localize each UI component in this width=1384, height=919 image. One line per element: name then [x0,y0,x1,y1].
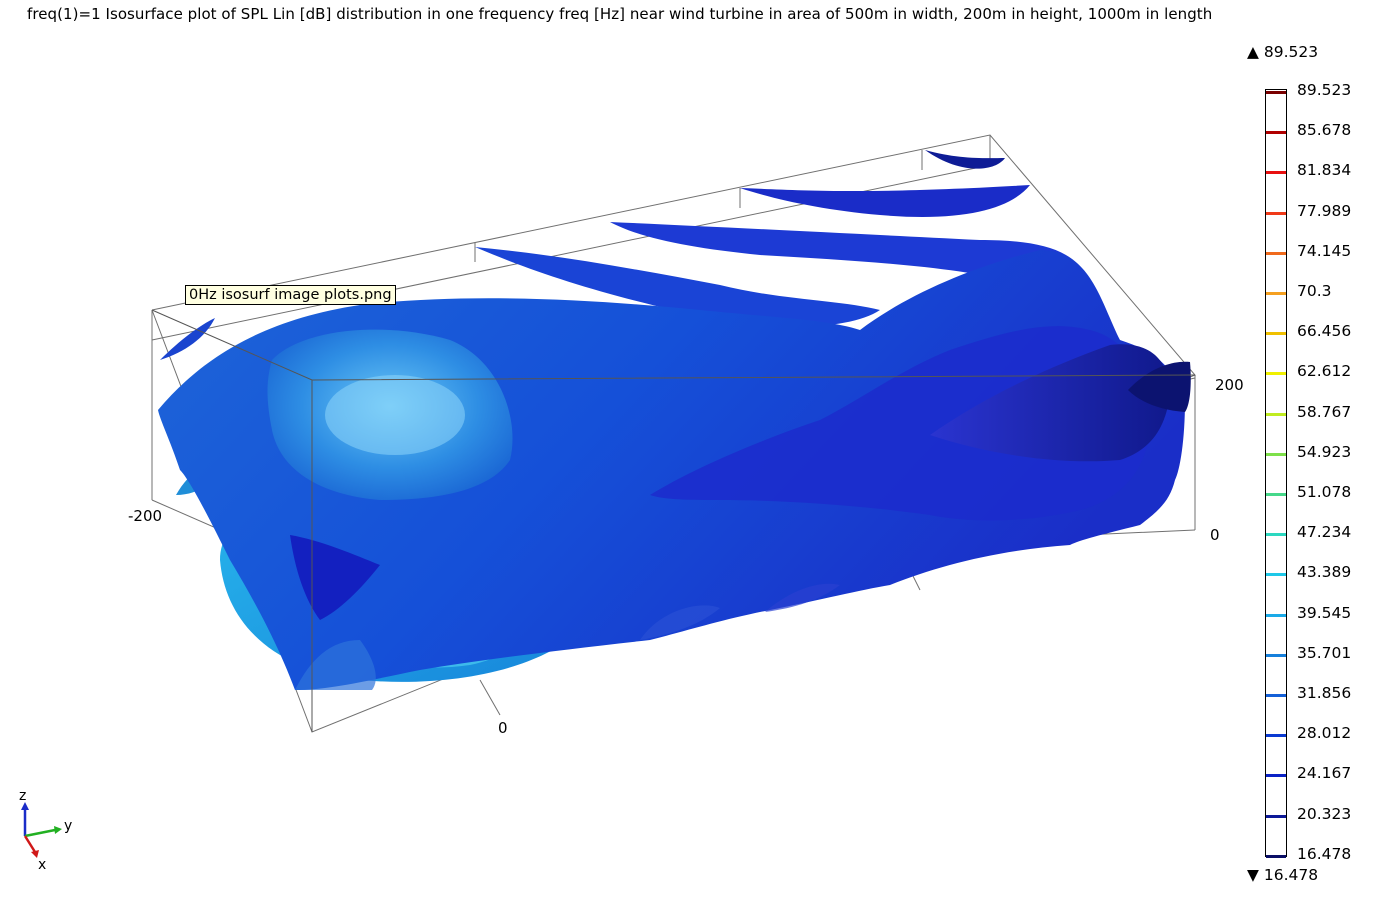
colorbar-max-label: ▲ 89.523 [1247,43,1319,61]
colorbar-level-line [1266,452,1286,456]
colorbar-level-line [1266,694,1286,697]
axis-tick-right-top: 200 [1215,376,1244,394]
colorbar-level-line [1266,653,1286,657]
colorbar-level-label: 51.078 [1297,483,1352,501]
colorbar-level-line [1266,412,1286,416]
colorbar-level-line [1266,251,1286,255]
axis-tick-right-bottom: 0 [1210,526,1220,544]
colorbar-level-label: 58.767 [1297,402,1352,421]
colorbar-level-label: 70.3 [1297,282,1332,300]
triad-z-label: z [19,788,27,804]
axis-tick-left: -200 [128,507,163,525]
main-isosurface [158,250,1191,690]
triad-y-label: y [64,818,73,834]
axis-tick-bottom: 0 [498,719,508,737]
colorbar-level-line [1266,533,1286,537]
triad-x-label: x [38,857,47,873]
colorbar-level-label: 47.234 [1297,523,1352,542]
colorbar-level-line [1266,372,1286,376]
colorbar-level-label: 20.323 [1297,804,1352,823]
colorbar-level-line [1266,573,1286,577]
file-tooltip: 0Hz isosurf image plots.png [185,285,396,305]
colorbar-level-label: 35.701 [1297,643,1352,662]
colorbar-level-label: 66.456 [1297,322,1352,341]
colorbar-level-line [1266,814,1286,818]
colorbar-level-line [1266,734,1286,738]
colorbar-level-line [1266,171,1286,175]
colorbar-level-line [1266,613,1286,617]
colorbar-level-label: 31.856 [1297,684,1352,702]
colorbar-level-label: 85.678 [1297,121,1352,140]
colorbar-level-line [1266,292,1286,295]
colorbar [1265,89,1287,858]
colorbar-level-label: 16.478 [1297,844,1352,863]
colorbar-level-label: 54.923 [1297,442,1352,461]
colorbar-level-label: 24.167 [1297,764,1352,783]
colorbar-level-label: 28.012 [1297,724,1352,743]
colorbar-level-line [1266,131,1286,135]
axis-triad [21,802,62,858]
colorbar-level-label: 43.389 [1297,563,1352,582]
colorbar-level-label: 62.612 [1297,362,1352,381]
colorbar-level-line [1266,774,1286,778]
colorbar-level-label: 89.523 [1297,81,1352,99]
colorbar-level-line [1266,91,1286,94]
colorbar-level-label: 39.545 [1297,603,1352,622]
colorbar-level-label: 81.834 [1297,161,1352,180]
colorbar-level-label: 74.145 [1297,241,1352,260]
isosurface-3d-plot[interactable] [0,0,1384,919]
colorbar-level-line [1266,211,1286,215]
colorbar-level-line [1266,332,1286,336]
colorbar-level-line [1266,493,1286,496]
colorbar-level-label: 77.989 [1297,201,1352,220]
colorbar-min-label: ▼ 16.478 [1247,866,1319,884]
colorbar-level-line [1266,854,1286,858]
